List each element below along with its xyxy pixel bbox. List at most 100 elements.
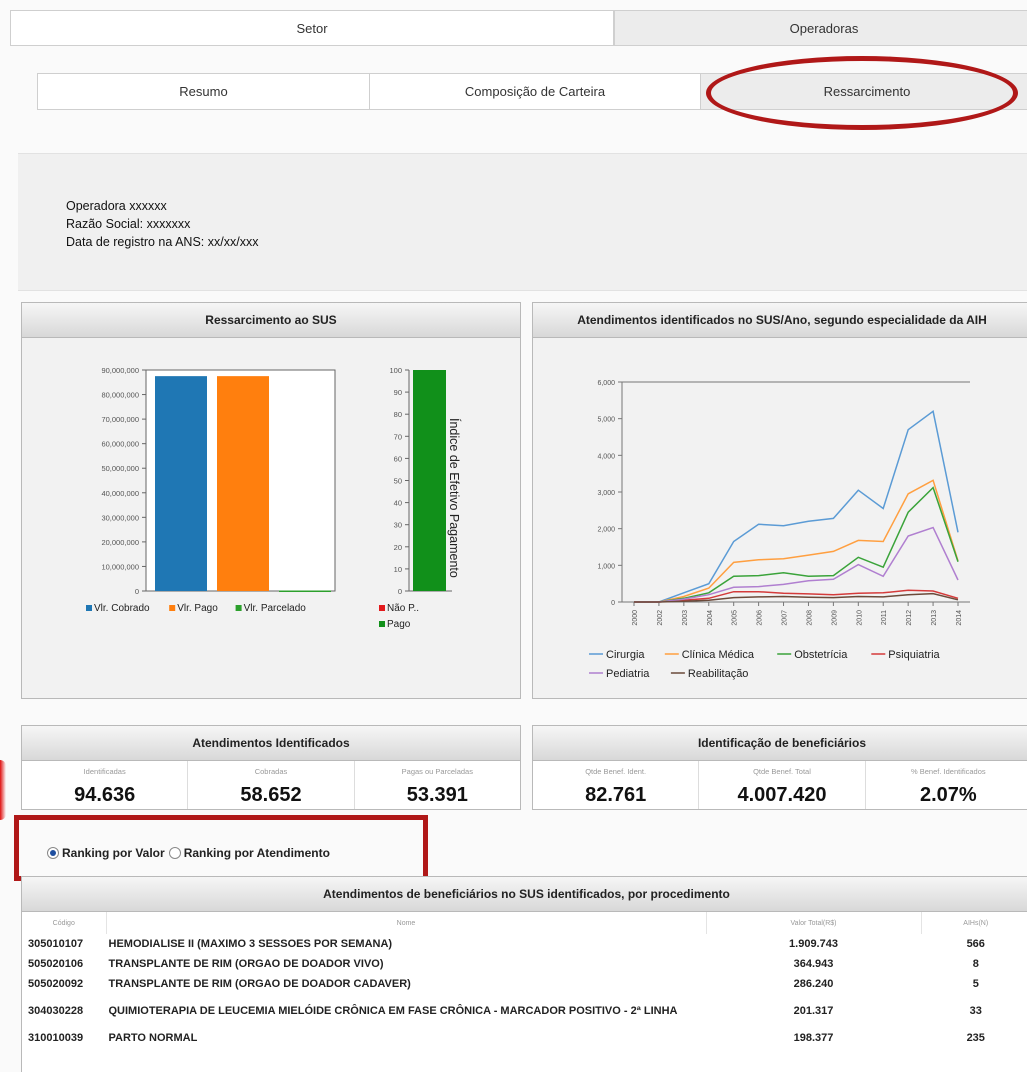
line-chart-xtick-label: 2008 <box>806 610 813 626</box>
table-row[interactable]: 305010107 HEMODIALISE II (MAXIMO 3 SESSO… <box>22 934 1027 954</box>
line-legend-label: Clínica Médica <box>682 649 755 661</box>
tab-setor[interactable]: Setor <box>10 10 614 46</box>
operator-info-box: Operadora xxxxxx Razão Social: xxxxxxx D… <box>18 153 1027 291</box>
stat-benef-percent: % Benef. Identificados 2.07% <box>865 761 1027 809</box>
line-series <box>634 486 959 603</box>
atendimentos-line-chart: 0 1,000 2,000 3,000 4,000 5,000 6,000 2000 2002 2… <box>589 380 970 680</box>
identificacao-beneficiarios-panel: Identificação de beneficiários Qtde Bene… <box>532 725 1027 810</box>
table-row[interactable]: 310010039 PARTO NORMAL 198.377 235 <box>22 1028 1027 1048</box>
cell-aih: 33 <box>969 1005 982 1017</box>
procedures-panel: Atendimentos de beneficiários no SUS ide… <box>21 876 1027 1072</box>
chart1-ytick-label: 40,000,000 <box>101 489 139 498</box>
col-codigo[interactable]: Código <box>22 912 107 934</box>
stat-value: 94.636 <box>74 784 136 806</box>
chart2-ytick-label: 50 <box>394 477 402 486</box>
identificacao-beneficiarios-title: Identificação de beneficiários <box>533 726 1027 761</box>
cell-name: HEMODIALISE II (MAXIMO 3 SESSOES POR SEM… <box>108 937 393 950</box>
stat-label: Pagas ou Parceladas <box>401 767 473 776</box>
stat-label: % Benef. Identificados <box>911 767 986 776</box>
atendimentos-identificados-panel: Atendimentos Identificados Identificadas… <box>21 725 521 810</box>
line-series <box>634 409 959 603</box>
line-chart-xtick-label: 2010 <box>856 610 863 626</box>
procedures-table: Código Nome Valor Total(R$) AIHs(N) 3050… <box>22 912 1027 1048</box>
cell-value: 286.240 <box>793 978 834 990</box>
chart1-ytick-label: 50,000,000 <box>101 464 139 473</box>
ranking-valor-radio[interactable] <box>47 846 59 859</box>
table-row[interactable]: 505020092 TRANSPLANTE DE RIM (ORGAO DE D… <box>22 974 1027 994</box>
tab-operadoras[interactable]: Operadoras <box>614 10 1027 46</box>
chart1-legend-swatch <box>235 605 242 611</box>
procedures-panel-title: Atendimentos de beneficiários no SUS ide… <box>22 877 1027 912</box>
line-chart-xtick-label: 2014 <box>956 610 963 626</box>
ranking-highlight-box: Ranking por Valor Ranking por Atendimento <box>14 815 428 881</box>
chart2-legend-swatch <box>379 621 385 627</box>
stat-value: 2.07% <box>919 784 977 806</box>
line-legend-label: Psiquiatria <box>888 649 940 661</box>
cell-name: TRANSPLANTE DE RIM (ORGAO DE DOADOR VIVO… <box>108 957 384 970</box>
tab-resumo[interactable]: Resumo <box>38 74 370 109</box>
line-legend-label: Reabilitação <box>688 668 749 680</box>
atendimentos-identificados-title: Atendimentos Identificados <box>22 726 520 761</box>
stat-label: Cobradas <box>254 767 288 776</box>
cell-value: 198.377 <box>793 1032 834 1044</box>
chart1-ytick-label: 80,000,000 <box>101 391 139 400</box>
chart2-ytick-label: 100 <box>389 366 402 375</box>
chart2-ylabel: Índice de Efetivo Pagamento <box>447 418 462 578</box>
line-chart-ytick-label: 1,000 <box>597 563 615 570</box>
line-chart-xtick-label: 2009 <box>831 610 838 626</box>
line-legend-label: Obstetrícia <box>794 649 848 661</box>
table-row[interactable]: 505020106 TRANSPLANTE DE RIM (ORGAO DE D… <box>22 954 1027 974</box>
cell-code: 310010039 <box>28 1032 84 1044</box>
chart2-legend-label: Pago <box>387 619 411 630</box>
col-valor-total[interactable]: Valor Total(R$) <box>706 912 922 934</box>
tab-composicao-carteira[interactable]: Composição de Carteira <box>370 74 701 109</box>
stat-value: 53.391 <box>406 784 468 806</box>
cell-value: 1.909.743 <box>789 938 838 950</box>
col-nome[interactable]: Nome <box>106 912 707 934</box>
stat-label: Identificadas <box>83 767 126 776</box>
chart2-legend-swatch <box>379 605 385 611</box>
atendimentos-ano-panel: Atendimentos identificados no SUS/Ano, s… <box>532 302 1027 699</box>
line-chart-xtick-label: 2006 <box>757 610 764 626</box>
chart1-ytick-label: 10,000,000 <box>101 562 139 571</box>
chart1-legend-label: Vlr. Cobrado <box>94 603 150 614</box>
cell-aih: 8 <box>972 958 979 970</box>
chart1-legend-label: Vlr. Parcelado <box>244 603 307 614</box>
table-row[interactable]: 304030228 QUIMIOTERAPIA DE LEUCEMIA MIEL… <box>22 994 1027 1028</box>
operator-name: Operadora xxxxxx <box>66 199 167 213</box>
line-legend-label: Cirurgia <box>606 649 645 661</box>
stat-identificadas: Identificadas 94.636 <box>22 761 189 809</box>
chart1-bar <box>279 590 331 593</box>
line-chart-xtick-label: 2007 <box>782 610 789 626</box>
ranking-options: Ranking por Valor Ranking por Atendimento <box>47 844 334 862</box>
ranking-atendimento-label[interactable]: Ranking por Atendimento <box>184 846 330 860</box>
operator-razao-social: Razão Social: xxxxxxx <box>66 217 191 231</box>
stat-value: 4.007.420 <box>737 784 827 806</box>
tab-ressarcimento[interactable]: Ressarcimento <box>701 74 1027 109</box>
cell-value: 364.943 <box>793 958 834 970</box>
cell-code: 505020092 <box>28 978 84 990</box>
chart2-ytick-label: 10 <box>394 565 402 574</box>
chart2-ytick-label: 80 <box>394 410 402 419</box>
chart2-ytick-label: 30 <box>394 521 402 530</box>
chart2-bar-segment <box>413 370 446 591</box>
stat-value: 58.652 <box>240 784 302 806</box>
chart2-ytick-label: 40 <box>394 499 402 508</box>
cell-value: 201.317 <box>793 1005 834 1017</box>
cell-aih: 235 <box>966 1032 985 1044</box>
ranking-atendimento-radio[interactable] <box>168 846 181 859</box>
cell-aih: 5 <box>972 978 979 990</box>
line-chart-ytick-label: 2,000 <box>597 527 615 534</box>
ranking-valor-label[interactable]: Ranking por Valor <box>62 846 165 860</box>
operator-registration-date: Data de registro na ANS: xx/xx/xxx <box>66 235 259 249</box>
cell-name: PARTO NORMAL <box>108 1031 198 1044</box>
col-aihs[interactable]: AIHs(N) <box>921 912 1027 934</box>
line-chart-xtick-label: 2011 <box>881 610 888 625</box>
stat-benef-ident: Qtde Benef. Ident. 82.761 <box>533 761 700 809</box>
line-chart-ytick-label: 4,000 <box>597 453 615 460</box>
chart2-legend-label: Não P.. <box>387 603 419 614</box>
stat-benef-total: Qtde Benef. Total 4.007.420 <box>699 761 866 809</box>
cell-name: TRANSPLANTE DE RIM (ORGAO DE DOADOR CADA… <box>108 977 411 990</box>
line-chart-ytick-label: 0 <box>611 600 615 607</box>
chart1-ytick-label: 20,000,000 <box>101 538 139 547</box>
